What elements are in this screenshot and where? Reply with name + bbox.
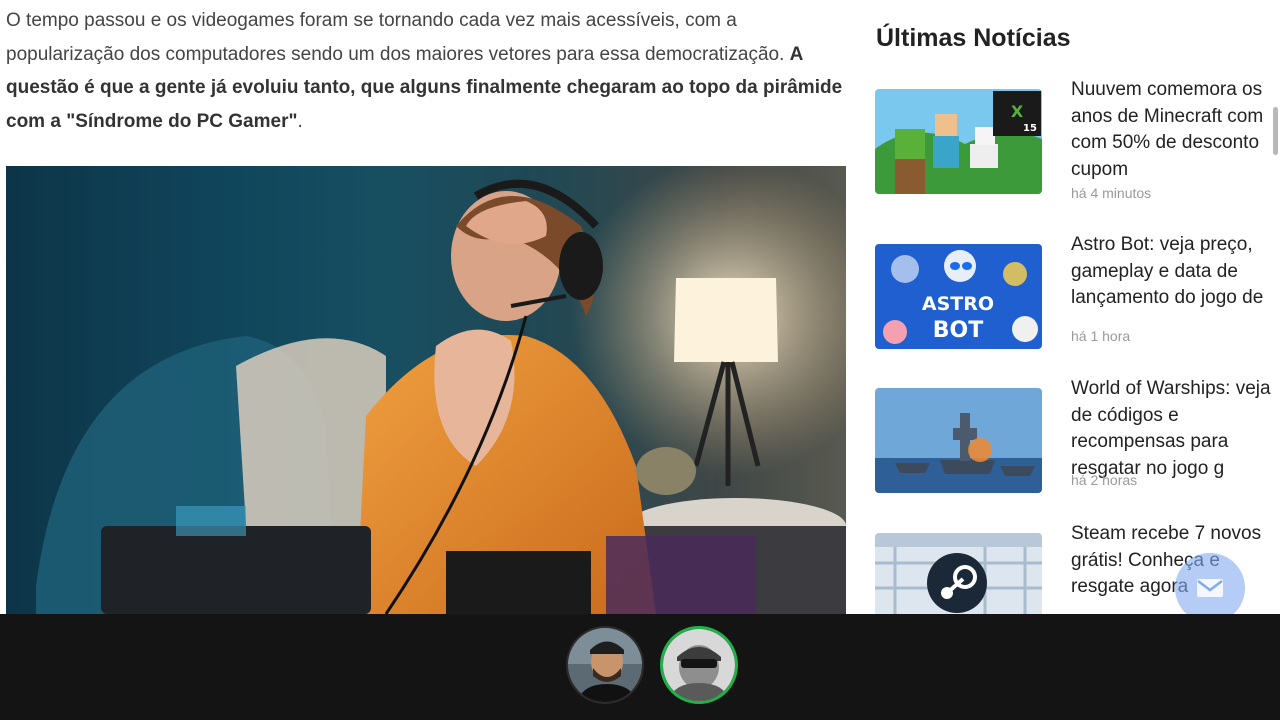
news-item-astro-bot[interactable]: ASTRO BOT Astro Bot: veja preço, gamepla…: [875, 234, 1280, 384]
video-call-bar: [0, 614, 1280, 720]
latest-news-sidebar: Últimas Notícias X 15 Nuuvem comemora os…: [855, 0, 1280, 614]
svg-text:X: X: [1011, 102, 1024, 121]
thumb-text-bot: BOT: [933, 318, 983, 343]
news-title[interactable]: World of Warships: veja de códigos e rec…: [1071, 376, 1280, 482]
mail-icon: [1197, 579, 1223, 597]
article-paragraph: O tempo passou e os videogames foram se …: [6, 4, 846, 138]
paragraph-end: .: [297, 110, 303, 132]
news-thumbnail[interactable]: ASTRO BOT: [875, 244, 1042, 349]
participant-avatar-2[interactable]: [660, 626, 738, 704]
news-time: há 4 minutos: [1071, 185, 1152, 201]
article-hero-image: [6, 166, 846, 614]
news-thumbnail[interactable]: [875, 533, 1042, 614]
steam-icon: [927, 553, 987, 613]
news-time: há 2 horas: [1071, 472, 1138, 488]
thumb-text-astro: ASTRO: [922, 293, 994, 315]
floating-contact-button[interactable]: [1175, 553, 1245, 623]
sidebar-scrollbar[interactable]: [1273, 107, 1278, 155]
news-thumbnail[interactable]: [875, 388, 1042, 493]
paragraph-plain-text: O tempo passou e os videogames foram se …: [6, 10, 790, 65]
sidebar-heading: Últimas Notícias: [876, 24, 1071, 52]
news-thumbnail[interactable]: X 15: [875, 89, 1042, 194]
news-time: há 1 hora: [1071, 328, 1131, 344]
news-item-world-of-warships[interactable]: World of Warships: veja de códigos e rec…: [875, 378, 1280, 528]
news-title[interactable]: Nuuvem comemora os anos de Minecraft com…: [1071, 77, 1280, 183]
participant-avatar-1[interactable]: [566, 626, 644, 704]
thumb-badge: 15: [1023, 123, 1037, 134]
news-item-minecraft[interactable]: X 15 Nuuvem comemora os anos de Minecraf…: [875, 79, 1280, 229]
news-title[interactable]: Astro Bot: veja preço, gameplay e data d…: [1071, 232, 1280, 312]
article-content: O tempo passou e os videogames foram se …: [0, 0, 855, 614]
